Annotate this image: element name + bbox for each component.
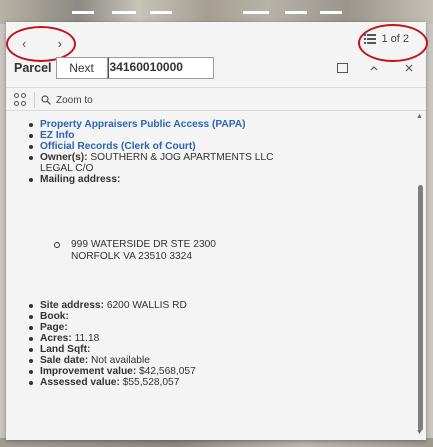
popup-toolbar: Zoom to: [14, 92, 93, 108]
list-item: Land Sqft:: [28, 344, 398, 355]
list-item: Book:: [28, 311, 398, 322]
dock-icon: [336, 63, 348, 73]
list-item: Property Appraisers Public Access (PAPA): [28, 119, 398, 130]
owner-value-line2: LEGAL C/O: [40, 163, 94, 174]
site-value: 6200 WALLIS RD: [106, 300, 187, 311]
scroll-thumb[interactable]: [418, 185, 423, 431]
zoom-to-button[interactable]: Zoom to: [41, 95, 93, 106]
list-item: Improvement value: $42,568,057: [28, 366, 398, 377]
list-item: 999 WATERSIDE DR STE 2300 NORFOLK VA 235…: [51, 239, 371, 263]
prev-arrow-icon[interactable]: ‹: [19, 36, 29, 51]
close-icon: [405, 64, 413, 72]
list-item: Mailing address:: [28, 174, 398, 185]
map-road: [243, 11, 269, 14]
collapse-icon: [370, 66, 378, 71]
sale-date-label: Sale date:: [40, 355, 89, 366]
assessed-label: Assessed value:: [40, 377, 120, 388]
improvement-label: Improvement value:: [40, 366, 137, 377]
map-road: [150, 11, 172, 14]
popup-content: Property Appraisers Public Access (PAPA)…: [6, 111, 412, 440]
feature-count-button[interactable]: 1 of 2: [364, 33, 409, 45]
scroll-up-icon[interactable]: ▲: [416, 113, 423, 120]
ezinfo-link[interactable]: EZ Info: [40, 130, 75, 141]
info-list: Property Appraisers Public Access (PAPA)…: [28, 119, 398, 185]
papa-link[interactable]: Property Appraisers Public Access (PAPA): [40, 119, 246, 130]
mailing-label: Mailing address:: [40, 174, 121, 185]
collapse-button[interactable]: [364, 57, 384, 79]
popup-header: Parcel Next 34160010000: [6, 57, 426, 79]
map-road: [112, 11, 136, 14]
feature-count-label: 1 of 2: [381, 33, 409, 45]
list-item: Assessed value: $55,528,057: [28, 377, 398, 388]
improvement-value: $42,568,057: [139, 366, 196, 377]
close-button[interactable]: [399, 57, 419, 79]
actions-icon[interactable]: [14, 93, 28, 107]
list-item: EZ Info: [28, 130, 398, 141]
page-label: Page:: [40, 322, 68, 333]
toolbar-separator: [34, 92, 35, 108]
scroll-down-icon[interactable]: ▼: [416, 429, 423, 436]
official-records-link[interactable]: Official Records (Clerk of Court): [40, 141, 196, 152]
list-icon: [364, 34, 377, 44]
list-item: Official Records (Clerk of Court): [28, 141, 398, 152]
map-background-top: [0, 0, 433, 24]
map-road: [72, 11, 94, 14]
book-label: Book:: [40, 311, 69, 322]
parcel-popup: ‹ › 1 of 2 Parcel Next 34160010000 Zoom …: [6, 22, 428, 440]
divider: [6, 87, 426, 88]
owner-label: Owner(s):: [40, 152, 88, 163]
owner-value: SOUTHERN & JOG APARTMENTS LLC: [90, 152, 274, 163]
map-road: [320, 11, 342, 14]
acres-value: 11.18: [74, 333, 100, 344]
zoom-icon: [41, 95, 51, 105]
assessed-value: $55,528,057: [122, 377, 180, 388]
popup-title: Parcel: [14, 61, 52, 75]
acres-label: Acres:: [40, 333, 72, 344]
next-arrow-icon[interactable]: ›: [55, 36, 65, 51]
parcel-id-field[interactable]: 34160010000: [107, 57, 214, 79]
site-label: Site address:: [40, 300, 104, 311]
mailing-line-1: 999 WATERSIDE DR STE 2300: [71, 239, 216, 250]
list-item: Owner(s): SOUTHERN & JOG APARTMENTS LLC L…: [28, 152, 398, 174]
mailing-address: 999 WATERSIDE DR STE 2300 NORFOLK VA 235…: [51, 239, 371, 263]
info-list: Site address: 6200 WALLIS RD Book: Page:…: [28, 300, 398, 388]
zoom-to-label: Zoom to: [56, 94, 93, 106]
dock-button[interactable]: [332, 57, 352, 79]
list-item: Site address: 6200 WALLIS RD: [28, 300, 398, 311]
list-item: Sale date: Not available: [28, 355, 398, 366]
map-road: [285, 11, 307, 14]
scrollbar[interactable]: ▲ ▼: [415, 111, 426, 440]
list-item: Acres: 11.18: [28, 333, 398, 344]
sub-bullet: [54, 242, 60, 248]
list-item: Page:: [28, 322, 398, 333]
sale-date-value: Not available: [90, 355, 150, 366]
land-sqft-label: Land Sqft:: [40, 344, 91, 355]
mailing-line-2: NORFOLK VA 23510 3324: [71, 251, 192, 262]
feature-navigation: ‹ ›: [19, 34, 65, 52]
next-button[interactable]: Next: [55, 57, 108, 79]
